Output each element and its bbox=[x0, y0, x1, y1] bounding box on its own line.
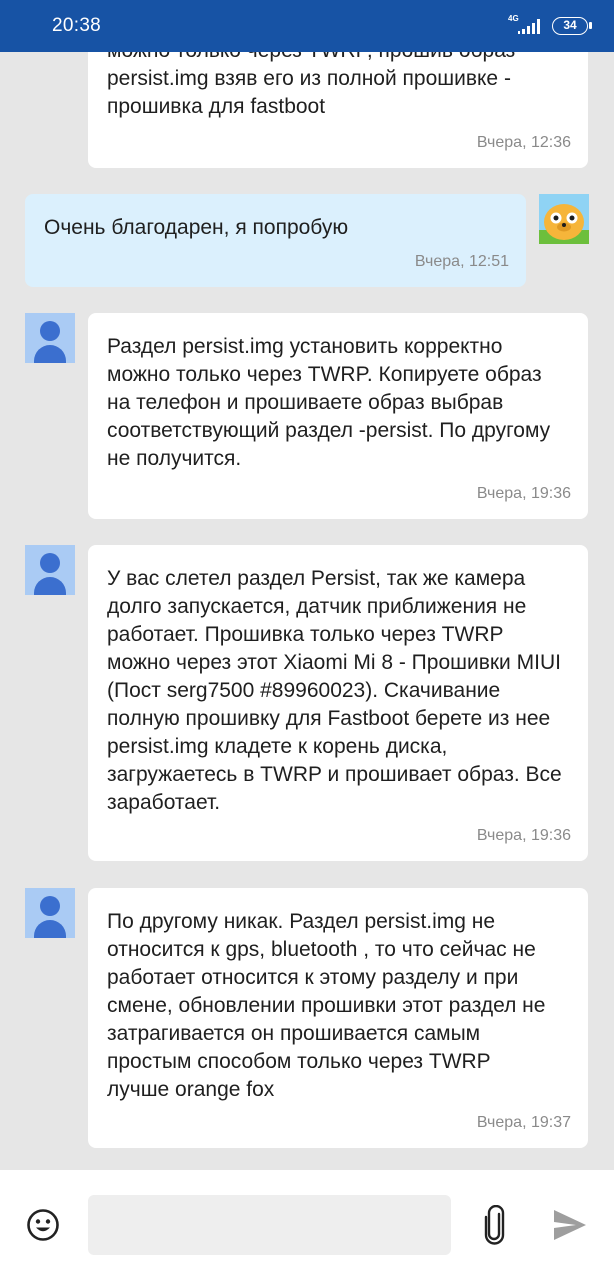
person-icon bbox=[40, 553, 60, 573]
message-timestamp: Вчера, 19:36 bbox=[476, 827, 571, 844]
message-text: По другому никак. Раздел persist.img не … bbox=[107, 910, 546, 1101]
message-text: У вас слетел раздел Persist, так же каме… bbox=[107, 567, 562, 814]
battery-level: 34 bbox=[563, 18, 577, 32]
battery-tip bbox=[589, 22, 592, 29]
message-timestamp: Вчера, 12:51 bbox=[414, 253, 509, 270]
person-icon-body bbox=[34, 577, 66, 595]
chat-thread: можно только через TWRP, прошив образ pe… bbox=[0, 0, 614, 1170]
message-timestamp: Вчера, 19:36 bbox=[476, 485, 571, 502]
message-bubble-incoming[interactable]: У вас слетел раздел Persist, так же каме… bbox=[88, 545, 588, 861]
jake-avatar-icon bbox=[539, 194, 589, 244]
message-bubble-incoming[interactable]: Раздел persist.img установить корректно … bbox=[88, 313, 588, 519]
signal-strength-icon bbox=[518, 19, 540, 34]
message-text: Очень благодарен, я попробую bbox=[44, 216, 349, 239]
paperclip-icon[interactable] bbox=[483, 1205, 507, 1245]
sender-avatar[interactable] bbox=[25, 888, 75, 938]
person-icon-body bbox=[34, 920, 66, 938]
message-timestamp: Вчера, 19:37 bbox=[476, 1114, 571, 1131]
message-text: Раздел persist.img установить корректно … bbox=[107, 335, 551, 470]
sender-avatar[interactable] bbox=[25, 313, 75, 363]
person-icon bbox=[40, 896, 60, 916]
emoji-smile-icon[interactable] bbox=[26, 1208, 60, 1242]
message-bubble-outgoing[interactable]: Очень благодарен, я попробую Вчера, 12:5… bbox=[25, 194, 526, 287]
person-icon-body bbox=[34, 345, 66, 363]
person-icon bbox=[40, 321, 60, 341]
clock: 20:38 bbox=[52, 15, 102, 36]
send-arrow-icon[interactable] bbox=[553, 1209, 587, 1241]
battery-icon: 34 bbox=[552, 17, 588, 35]
message-timestamp: Вчера, 12:36 bbox=[476, 134, 571, 151]
sender-avatar[interactable] bbox=[25, 545, 75, 595]
status-bar: 20:38 4G 34 bbox=[0, 0, 614, 52]
message-input[interactable] bbox=[88, 1195, 451, 1255]
message-bubble-incoming[interactable]: По другому никак. Раздел persist.img не … bbox=[88, 888, 588, 1148]
my-avatar[interactable] bbox=[539, 194, 589, 244]
